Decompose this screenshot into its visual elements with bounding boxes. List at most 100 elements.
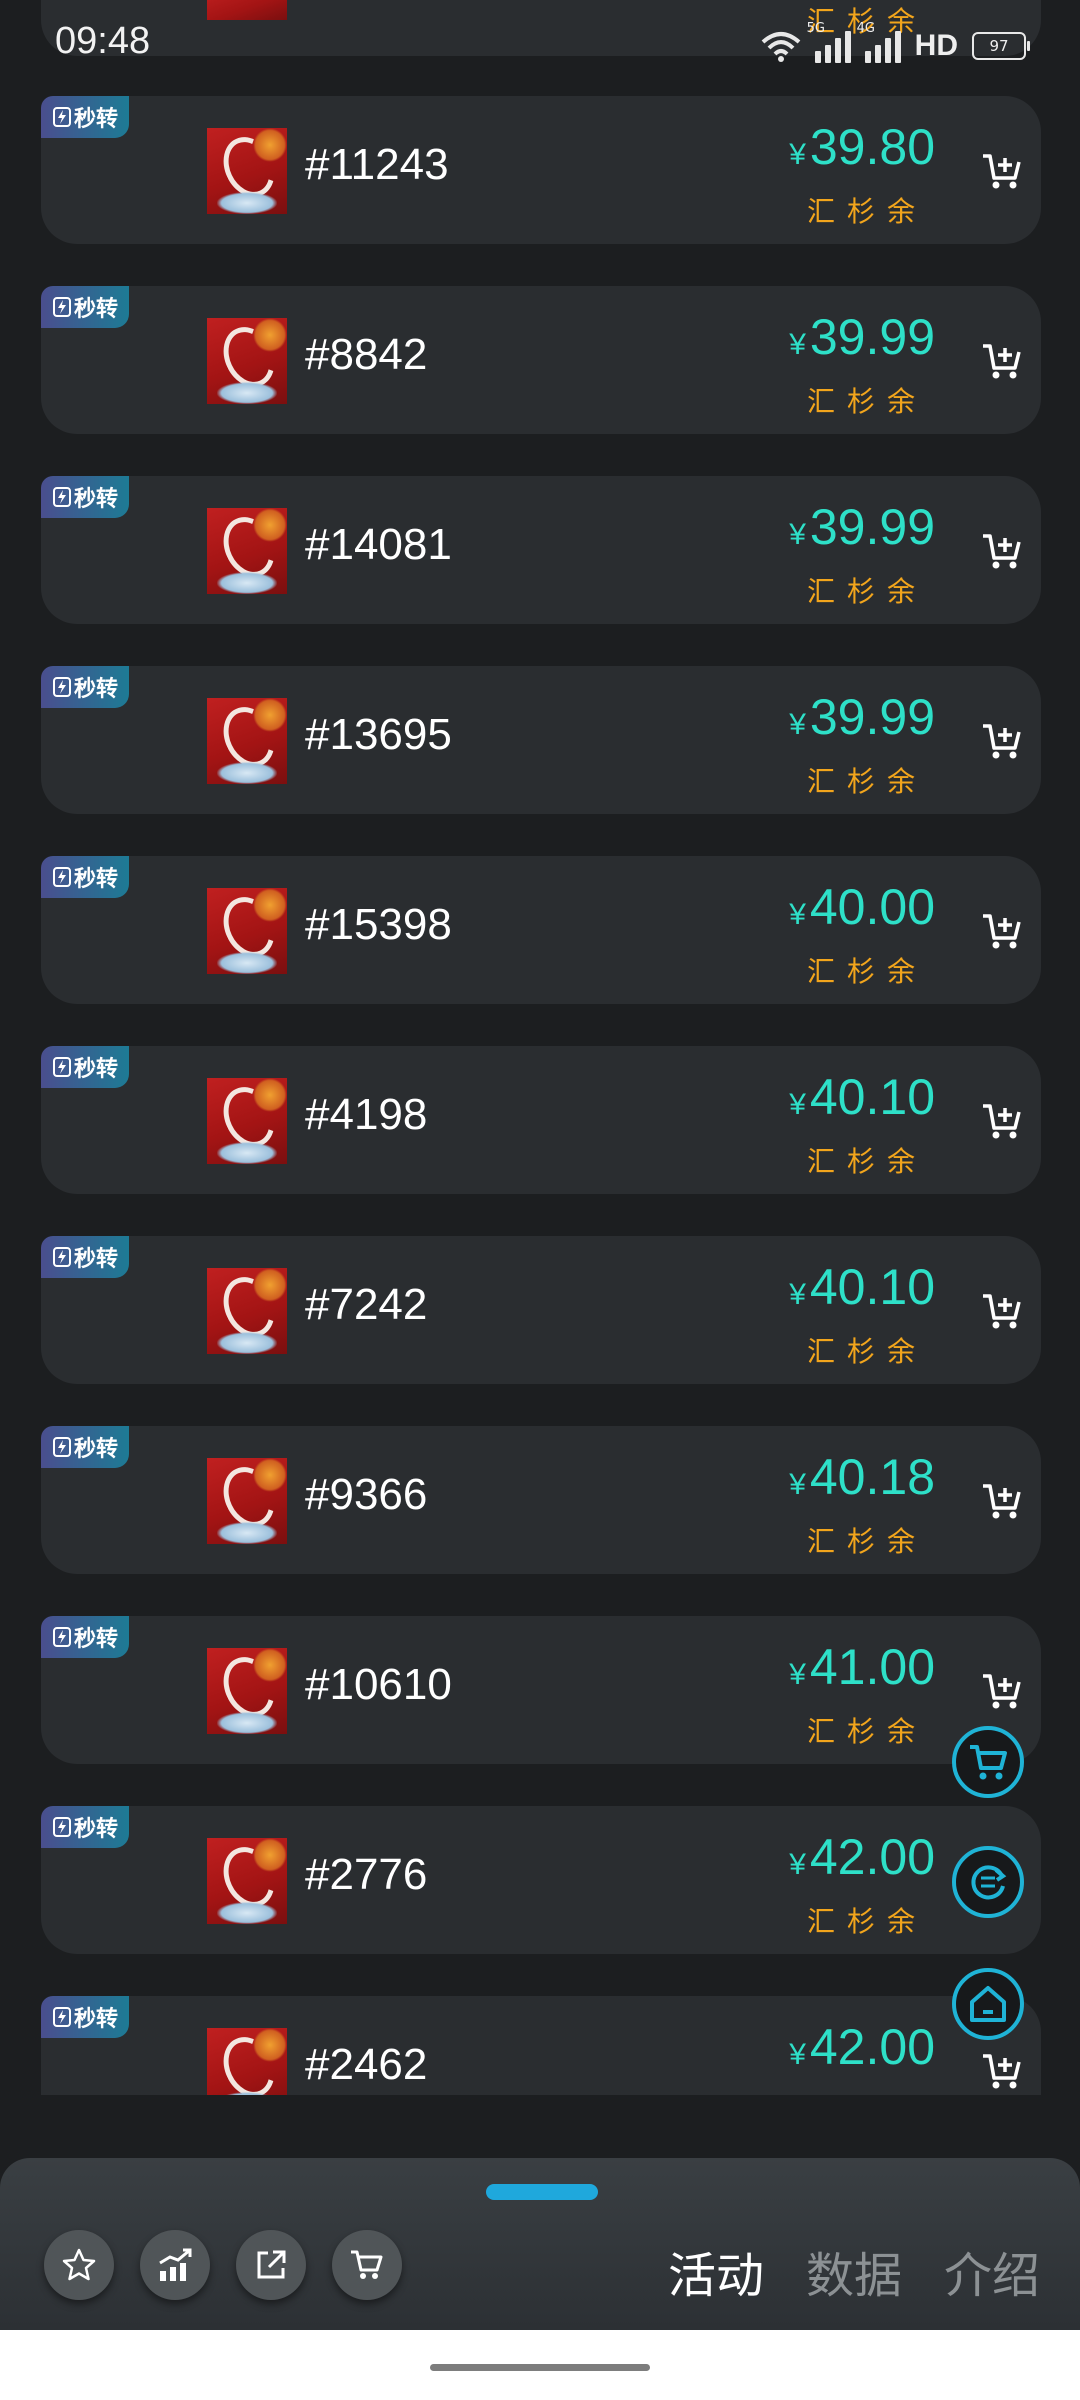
- item-price: ¥39.99: [789, 689, 935, 745]
- item-tags: 汇杉余: [806, 195, 927, 228]
- item-tags: 汇杉余: [806, 1905, 927, 1938]
- item-thumbnail: [207, 2028, 287, 2095]
- instant-transfer-badge: 秒转: [41, 1236, 129, 1278]
- tab-activity[interactable]: 活动: [668, 2236, 764, 2306]
- float-refresh-button[interactable]: [952, 1846, 1024, 1918]
- instant-transfer-badge: 秒转: [41, 1426, 129, 1468]
- item-price: ¥40.18: [789, 1449, 935, 1505]
- item-thumbnail: [207, 1458, 287, 1544]
- item-id: #8842: [305, 330, 428, 379]
- item-id: #13695: [305, 710, 452, 759]
- add-to-cart-icon[interactable]: [981, 340, 1023, 382]
- item-tags: 汇杉余: [806, 385, 927, 418]
- item-tags: 汇杉余: [807, 2090, 927, 2095]
- lightning-icon: [52, 1817, 71, 1837]
- listing-card[interactable]: 秒转 #15398 ¥40.00 汇杉余: [41, 856, 1041, 1004]
- star-icon: [62, 2248, 96, 2281]
- drag-handle[interactable]: [486, 2184, 598, 2200]
- item-price: ¥40.10: [789, 1259, 935, 1315]
- item-thumbnail: [207, 508, 287, 594]
- instant-transfer-badge: 秒转: [41, 1806, 129, 1848]
- lightning-icon: [52, 1247, 71, 1267]
- trend-chart-icon: [159, 2248, 192, 2281]
- item-price: ¥40.00: [789, 879, 935, 935]
- item-id: #4198: [305, 1090, 428, 1139]
- lightning-icon: [52, 297, 71, 317]
- item-price: ¥39.80: [789, 119, 935, 175]
- instant-transfer-badge: 秒转: [41, 96, 129, 138]
- item-id: #14081: [305, 520, 452, 569]
- lightning-icon: [52, 1057, 71, 1077]
- status-bar: 09:48 5G 4G HD 97: [0, 0, 1080, 92]
- lightning-icon: [52, 1437, 71, 1457]
- item-thumbnail: [207, 128, 287, 214]
- hd-indicator: HD: [914, 29, 958, 62]
- bottom-tabs: 活动 数据 介绍: [668, 2236, 1040, 2306]
- item-price: ¥39.99: [789, 309, 935, 365]
- instant-transfer-badge: 秒转: [41, 1616, 129, 1658]
- lightning-icon: [52, 107, 71, 127]
- float-cart-button[interactable]: [952, 1726, 1024, 1798]
- instant-transfer-badge: 秒转: [41, 856, 129, 898]
- item-id: #11243: [305, 140, 449, 189]
- listing-card[interactable]: 秒转 #14081 ¥39.99 汇杉余: [41, 476, 1041, 624]
- item-id: #2776: [305, 1850, 428, 1899]
- add-to-cart-icon[interactable]: [981, 2050, 1023, 2092]
- trend-button[interactable]: [140, 2230, 210, 2300]
- item-tags: 汇杉余: [806, 1715, 927, 1748]
- item-id: #2462: [305, 2040, 428, 2089]
- lightning-icon: [52, 487, 71, 507]
- listing-card[interactable]: 秒转 #10610 ¥41.00 汇杉余: [41, 1616, 1041, 1764]
- add-to-cart-icon[interactable]: [981, 150, 1023, 192]
- listing-card[interactable]: 秒转 #13695 ¥39.99 汇杉余: [41, 666, 1041, 814]
- item-tags: 汇杉余: [806, 955, 927, 988]
- home-icon: [970, 1986, 1006, 2022]
- listing-card[interactable]: 秒转 #2776 ¥42.00 汇杉余: [41, 1806, 1041, 1954]
- item-id: #15398: [305, 900, 452, 949]
- add-to-cart-icon[interactable]: [981, 1290, 1023, 1332]
- status-time: 09:48: [55, 20, 151, 62]
- add-to-cart-icon[interactable]: [981, 530, 1023, 572]
- share-button[interactable]: [236, 2230, 306, 2300]
- item-id: #10610: [305, 1660, 452, 1709]
- signal-icon: 5G: [807, 21, 851, 63]
- signal-icon: 4G: [857, 21, 901, 63]
- add-to-cart-icon[interactable]: [981, 720, 1023, 762]
- lightning-icon: [52, 2007, 71, 2027]
- listing-card[interactable]: 秒转 #11243 ¥39.80 汇杉余: [41, 96, 1041, 244]
- listing-card[interactable]: 秒转 #7242 ¥40.10 汇杉余: [41, 1236, 1041, 1384]
- item-price: ¥41.00: [789, 1639, 935, 1695]
- add-to-cart-icon[interactable]: [981, 1100, 1023, 1142]
- item-thumbnail: [207, 1078, 287, 1164]
- item-id: #7242: [305, 1280, 428, 1329]
- bottom-panel: 活动 数据 介绍: [0, 2158, 1080, 2330]
- add-to-cart-icon[interactable]: [981, 1480, 1023, 1522]
- favorite-button[interactable]: [44, 2230, 114, 2300]
- tab-data[interactable]: 数据: [806, 2236, 902, 2306]
- item-price: ¥40.10: [789, 1069, 935, 1125]
- share-icon: [257, 2250, 286, 2279]
- add-to-cart-icon[interactable]: [981, 1670, 1023, 1712]
- listing-card[interactable]: 秒转 #4198 ¥40.10 汇杉余: [41, 1046, 1041, 1194]
- float-home-button[interactable]: [952, 1968, 1024, 2040]
- listing-card[interactable]: 秒转 #8842 ¥39.99 汇杉余: [41, 286, 1041, 434]
- tab-intro[interactable]: 介绍: [944, 2236, 1040, 2306]
- item-thumbnail: [207, 318, 287, 404]
- lightning-icon: [52, 677, 71, 697]
- add-to-cart-icon[interactable]: [981, 910, 1023, 952]
- instant-transfer-badge: 秒转: [41, 476, 129, 518]
- listing-list[interactable]: 汇杉余 秒转 #11243 ¥39.80 汇杉余 秒转 #8842 ¥39.99 汇杉余 秒转 #…: [0, 0, 1080, 2095]
- listing-card[interactable]: 秒转 #9366 ¥40.18 汇杉余: [41, 1426, 1041, 1574]
- item-thumbnail: [207, 1838, 287, 1924]
- item-thumbnail: [207, 698, 287, 784]
- cart-icon: [351, 2250, 383, 2279]
- cart-button[interactable]: [332, 2230, 402, 2300]
- item-tags: 汇杉余: [806, 1145, 927, 1178]
- item-tags: 汇杉余: [806, 1335, 927, 1368]
- item-thumbnail: [207, 1268, 287, 1354]
- system-nav-bar: [0, 2330, 1080, 2400]
- item-tags: 汇杉余: [806, 575, 927, 608]
- refresh-icon: [971, 1865, 1007, 1900]
- home-gesture-bar[interactable]: [430, 2364, 650, 2371]
- listing-card[interactable]: 秒转 #2462 ¥42.00 汇杉余: [41, 1996, 1041, 2095]
